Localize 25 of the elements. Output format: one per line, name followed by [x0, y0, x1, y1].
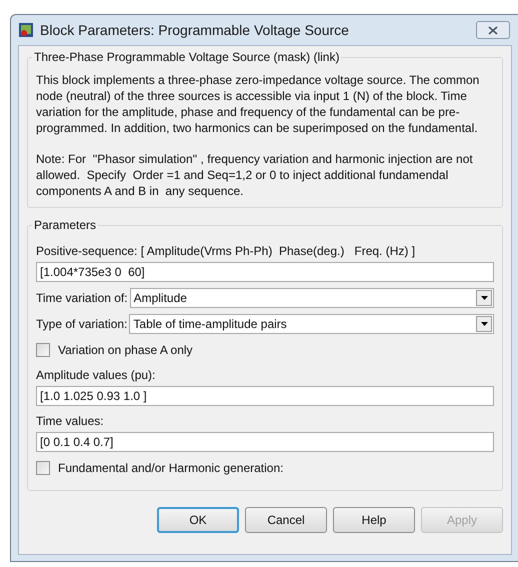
dialog-button[interactable]: Cancel [245, 507, 327, 533]
description-text: Note: For ''Phasor simulation'' , frequency variation and harmonic injection are not allowed. Specify Order =1 and Seq=1,2 or 0 to inject additional fundamendal components A and B in any sequence. [36, 151, 474, 199]
dropdown[interactable]: Amplitude [130, 288, 494, 308]
app-icon [18, 22, 34, 38]
field-label: Type of variation: [36, 316, 128, 333]
window-title: Block Parameters: Programmable Voltage Source [40, 20, 349, 40]
checkbox[interactable] [36, 343, 50, 357]
description-text: This block implements a three-phase zero-impedance voltage source. The common node (neutral) of the three sources is accessible via input 1 (N) of the block. Time variation for the amplitude, phase and frequency of the fundamental can be pre-programmed. In addition, two harmonics can be superimposed on the fundamental. [36, 72, 480, 136]
field-label: Positive-sequence: [ Amplitude(Vrms Ph-Ph) Phase(deg.) Freq. (Hz) ] [36, 243, 416, 260]
dropdown[interactable]: Table of time-amplitude pairs [129, 314, 494, 334]
input-field[interactable]: [1.0 1.025 0.93 1.0 ] [36, 386, 494, 406]
close-button[interactable] [476, 21, 510, 39]
checkbox-label: Fundamental and/or Harmonic generation: [58, 460, 284, 477]
dialog-button[interactable]: OK [157, 507, 239, 533]
checkbox-label: Variation on phase A only [58, 342, 193, 359]
input-field[interactable]: [0 0.1 0.4 0.7] [36, 432, 494, 452]
input-field[interactable]: [1.004*735e3 0 60] [36, 262, 494, 282]
field-label: Amplitude values (pu): [36, 367, 156, 384]
dialog-button[interactable]: Help [333, 507, 415, 533]
field-label: Time values: [36, 413, 105, 430]
field-label: Time variation of: [36, 290, 128, 307]
group-title: Three-Phase Programmable Voltage Source (mask) (link) [33, 49, 340, 66]
group-title: Parameters [33, 217, 98, 234]
checkbox[interactable] [36, 461, 50, 475]
close-icon[interactable] [488, 26, 498, 34]
